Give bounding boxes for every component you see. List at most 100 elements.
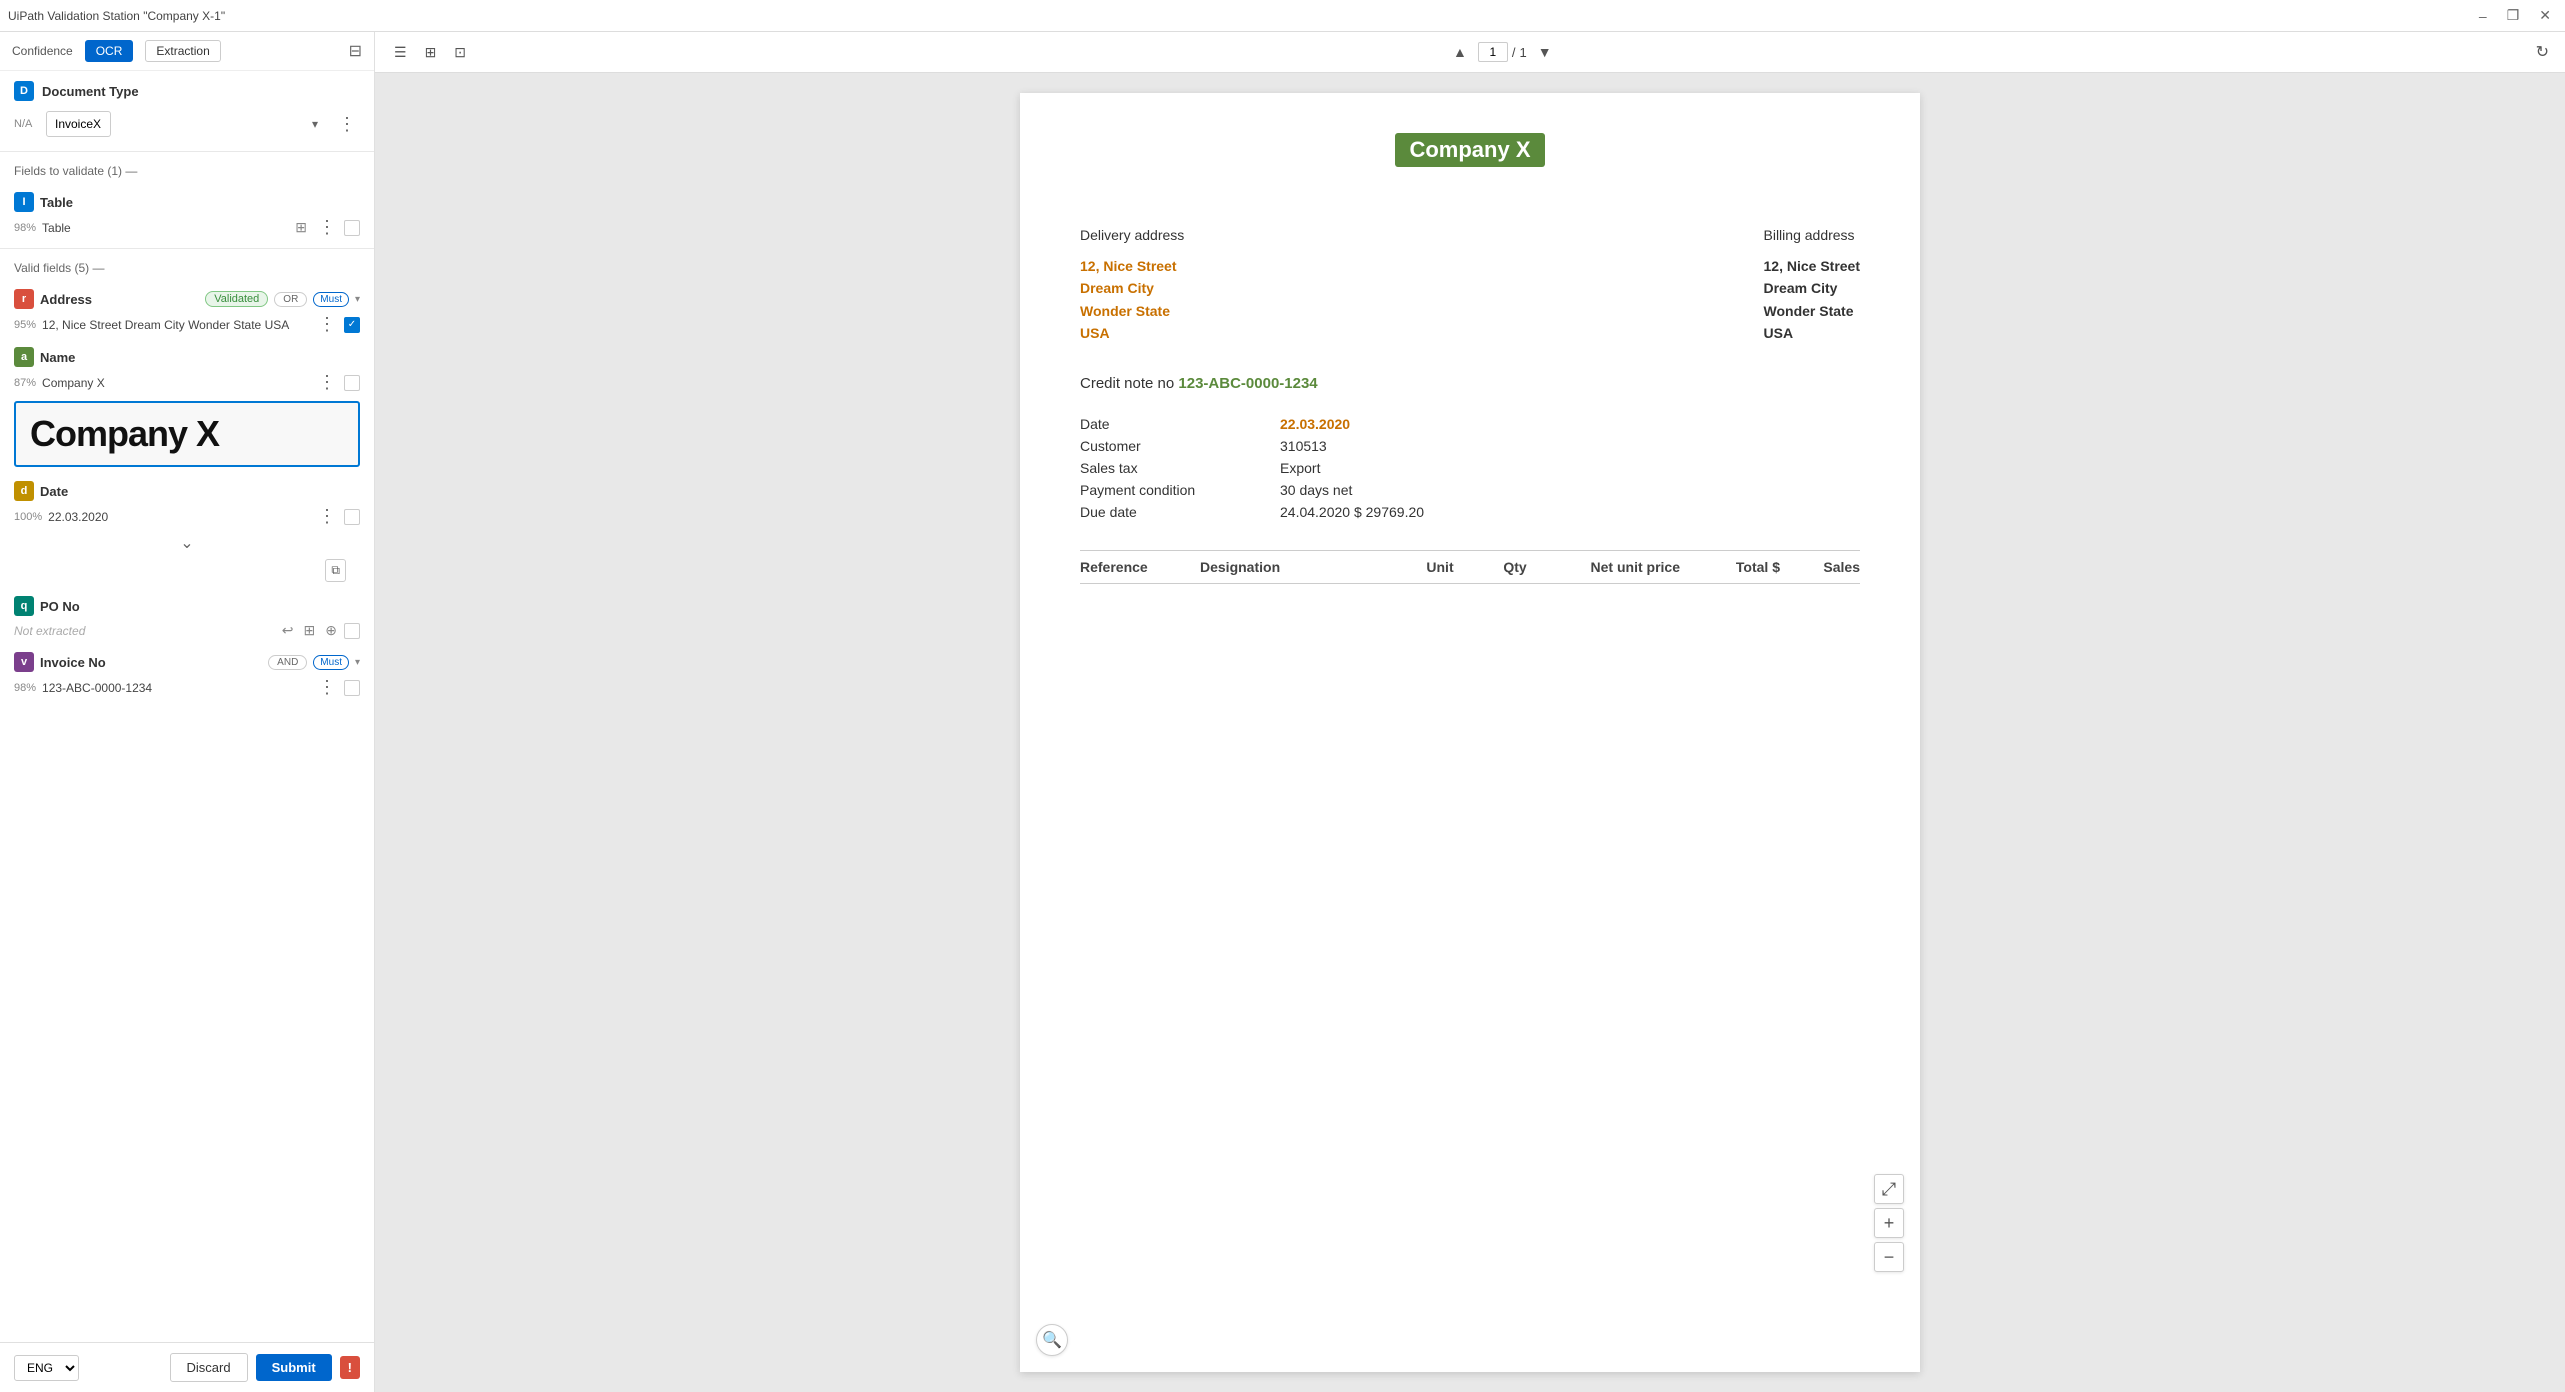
- doc-toolbar: ☰ ⊞ ⊡ ▲ / 1 ▼ ↻: [375, 32, 2565, 73]
- date-more-button[interactable]: ⋮: [314, 506, 340, 527]
- delivery-section: Delivery address 12, Nice Street Dream C…: [1080, 227, 1184, 345]
- date-value-row: 100% 22.03.2020 ⋮: [14, 504, 360, 531]
- name-preview-text: Company X: [30, 413, 219, 454]
- table-field-row-top: I Table: [14, 192, 360, 212]
- doc-type-more-button[interactable]: ⋮: [334, 114, 360, 135]
- submit-button[interactable]: Submit: [256, 1354, 332, 1381]
- right-panel: ☰ ⊞ ⊡ ▲ / 1 ▼ ↻ Company X: [375, 32, 2565, 1392]
- name-checkbox[interactable]: [344, 375, 360, 391]
- detail-label-customer: Customer: [1080, 438, 1280, 454]
- address-checkbox[interactable]: ✓: [344, 317, 360, 333]
- address-must-badge[interactable]: Must: [313, 292, 349, 307]
- date-value: 22.03.2020: [48, 510, 308, 524]
- page-number-input[interactable]: [1478, 42, 1508, 62]
- invoice-no-and-badge: AND: [268, 655, 307, 670]
- address-field-name: Address: [40, 292, 199, 307]
- address-more-button[interactable]: ⋮: [314, 314, 340, 335]
- search-button[interactable]: 🔍: [1036, 1324, 1068, 1356]
- address-value-row: 95% 12, Nice Street Dream City Wonder St…: [14, 312, 360, 339]
- left-toolbar: Confidence OCR Extraction ⊟: [0, 32, 374, 71]
- th-qty: Qty: [1480, 559, 1550, 575]
- valid-fields-label: Valid fields (5) —: [14, 261, 104, 275]
- address-field-icon: r: [14, 289, 34, 309]
- discard-button[interactable]: Discard: [170, 1353, 248, 1382]
- select-button[interactable]: ⊡: [447, 39, 473, 66]
- prev-page-button[interactable]: ▲: [1446, 39, 1474, 65]
- detail-value-payment: 30 days net: [1280, 482, 1352, 498]
- date-expand-button[interactable]: ⌄: [178, 531, 195, 555]
- address-field-row-top: r Address Validated OR Must ▾: [14, 289, 360, 309]
- fields-to-validate-label: Fields to validate (1) —: [14, 164, 137, 178]
- table-checkbox[interactable]: [344, 220, 360, 236]
- titlebar: UiPath Validation Station "Company X-1" …: [0, 0, 2565, 32]
- zoom-out-button[interactable]: −: [1874, 1242, 1904, 1272]
- language-select[interactable]: ENG: [14, 1355, 79, 1381]
- minimize-button[interactable]: –: [2473, 5, 2493, 26]
- po-no-field-icon: q: [14, 596, 34, 616]
- billing-line-2: Dream City: [1764, 277, 1861, 299]
- table-field-section: I Table 98% Table ⊞ ⋮: [0, 186, 374, 244]
- left-bottom: ENG Discard Submit !: [0, 1342, 374, 1392]
- po-no-value: Not extracted: [14, 624, 273, 638]
- date-checkbox[interactable]: [344, 509, 360, 525]
- tab-extraction[interactable]: Extraction: [145, 40, 220, 62]
- delivery-line-3: Wonder State: [1080, 300, 1184, 322]
- name-value-row: 87% Company X ⋮: [14, 370, 360, 397]
- invoice-no-field-icon: v: [14, 652, 34, 672]
- invoice-no-checkbox[interactable]: [344, 680, 360, 696]
- table-grid-button[interactable]: ⊞: [292, 218, 310, 237]
- doc-page: Company X Delivery address 12, Nice Stre…: [1020, 93, 1920, 1372]
- tab-ocr[interactable]: OCR: [85, 40, 134, 62]
- table-field-value: Table: [42, 221, 286, 235]
- detail-value-customer: 310513: [1280, 438, 1327, 454]
- invoice-no-more-button[interactable]: ⋮: [314, 677, 340, 698]
- zoom-in-button[interactable]: +: [1874, 1208, 1904, 1238]
- delivery-line-1: 12, Nice Street: [1080, 255, 1184, 277]
- expand-view-button[interactable]: ⤢: [1874, 1174, 1904, 1204]
- date-copy-button[interactable]: ⧉: [325, 559, 346, 582]
- document-type-section: D Document Type: [0, 71, 374, 107]
- invoice-no-value-row: 98% 123-ABC-0000-1234 ⋮: [14, 675, 360, 702]
- side-controls: ⤢ + −: [1874, 1174, 1904, 1272]
- name-preview: Company X: [14, 401, 360, 467]
- doc-area[interactable]: Company X Delivery address 12, Nice Stre…: [375, 73, 2565, 1392]
- po-no-checkbox[interactable]: [344, 623, 360, 639]
- titlebar-controls: – ❐ ✕: [2473, 5, 2557, 26]
- filter-button[interactable]: ⊟: [349, 41, 362, 61]
- table-field-actions: ⊞ ⋮: [292, 217, 360, 238]
- page-nav: ▲ / 1 ▼: [1446, 39, 1559, 65]
- next-page-button[interactable]: ▼: [1531, 39, 1559, 65]
- name-field-icon: a: [14, 347, 34, 367]
- view-button[interactable]: ⊞: [418, 39, 444, 66]
- credit-note-number: 123-ABC-0000-1234: [1178, 375, 1317, 392]
- close-button[interactable]: ✕: [2533, 5, 2557, 26]
- invoice-no-must-badge[interactable]: Must: [313, 655, 349, 670]
- address-actions: ⋮ ✓: [314, 314, 360, 335]
- detail-value-date: 22.03.2020: [1280, 416, 1350, 432]
- invoice-no-field-section: v Invoice No AND Must ▾ 98% 123-ABC-0000…: [0, 646, 374, 704]
- name-more-button[interactable]: ⋮: [314, 372, 340, 393]
- po-plus-button[interactable]: ⊕: [322, 621, 340, 640]
- error-button[interactable]: !: [340, 1356, 360, 1379]
- invoice-no-actions: ⋮: [314, 677, 360, 698]
- divider-1: [0, 151, 374, 152]
- date-actions: ⋮: [314, 506, 360, 527]
- titlebar-title: UiPath Validation Station "Company X-1": [8, 9, 225, 23]
- menu-button[interactable]: ☰: [387, 39, 414, 66]
- name-field-row-top: a Name: [14, 347, 360, 367]
- billing-label: Billing address: [1764, 227, 1861, 243]
- po-no-actions: ↩ ⊞ ⊕: [279, 621, 360, 640]
- invoice-no-confidence: 98%: [14, 682, 36, 694]
- doc-type-select[interactable]: InvoiceX: [46, 111, 111, 137]
- refresh-button[interactable]: ↻: [2532, 38, 2553, 66]
- restore-button[interactable]: ❐: [2501, 5, 2526, 26]
- details-table: Date 22.03.2020 Customer 310513 Sales ta…: [1080, 416, 1860, 520]
- address-or-badge: OR: [274, 292, 307, 307]
- th-total: Total $: [1680, 559, 1780, 575]
- table-more-button[interactable]: ⋮: [314, 217, 340, 238]
- divider-2: [0, 248, 374, 249]
- po-undo-button[interactable]: ↩: [279, 621, 297, 640]
- po-add-button[interactable]: ⊞: [301, 621, 319, 640]
- detail-label-duedate: Due date: [1080, 504, 1280, 520]
- date-confidence: 100%: [14, 511, 42, 523]
